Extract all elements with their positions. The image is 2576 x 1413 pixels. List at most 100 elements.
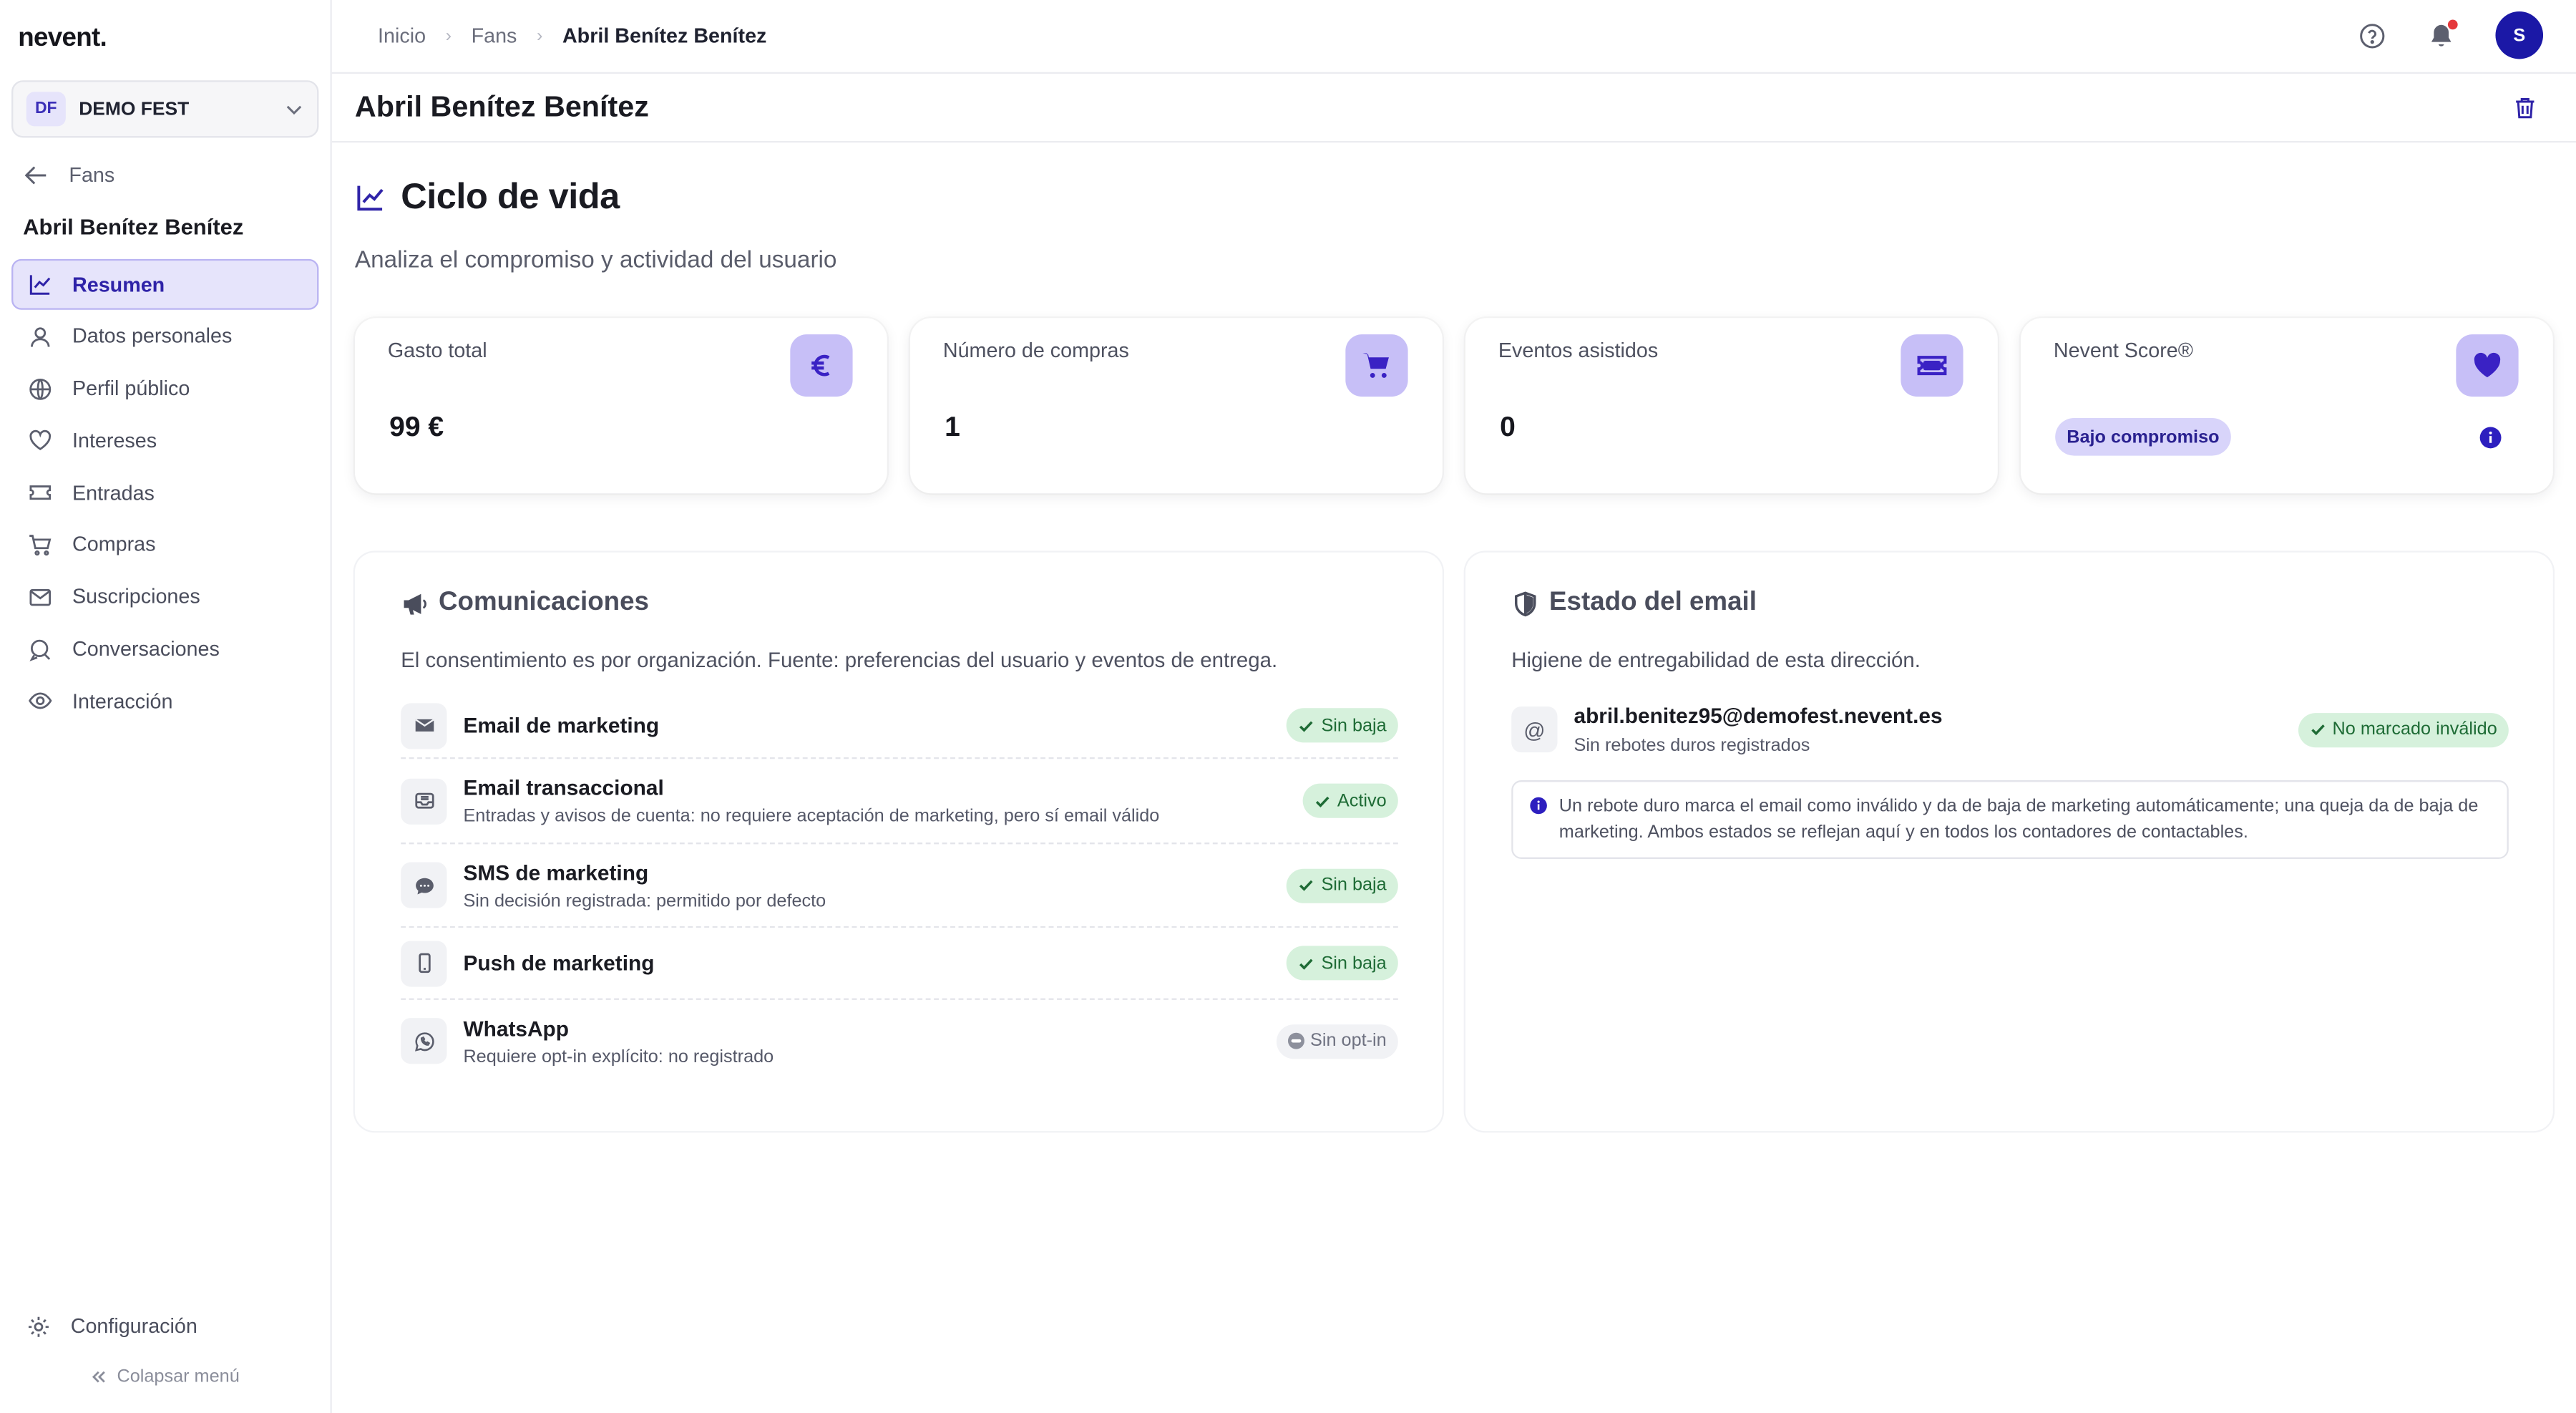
sms-icon (401, 862, 447, 908)
sidebar-item-conversaciones[interactable]: Conversaciones (11, 624, 318, 675)
email-bounce-detail: Sin rebotes duros registrados (1574, 736, 1810, 756)
sidebar-item-intereses[interactable]: Intereses (11, 415, 318, 466)
help-icon[interactable] (2358, 21, 2387, 50)
stat-label: Nevent Score® (2053, 339, 2193, 363)
channel-row-sms-marketing: SMS de marketing Sin decisión registrada… (401, 844, 1398, 928)
org-name: DEMO FEST (79, 99, 190, 120)
organization-selector[interactable]: DF DEMO FEST (11, 80, 319, 138)
email-status-title: Estado del email (1549, 588, 1757, 617)
user-icon (31, 326, 50, 347)
sidebar-item-interaccion[interactable]: Interacción (11, 676, 318, 727)
breadcrumb-separator-icon: › (536, 26, 543, 47)
channel-row-email-marketing: Email de marketing Sin baja (401, 694, 1398, 759)
stat-label: Gasto total (387, 339, 487, 363)
breadcrumb-item-fans[interactable]: Fans (472, 24, 517, 47)
communications-panel: Comunicaciones El consentimiento es por … (354, 552, 1443, 1132)
shield-icon (1514, 591, 1536, 616)
sidebar-item-label: Interacción (72, 689, 173, 713)
sidebar-item-resumen[interactable]: Resumen (11, 258, 319, 310)
ticket-icon (1901, 334, 1963, 397)
status-label: Sin baja (1321, 715, 1387, 736)
stat-value: 0 (1500, 411, 1516, 443)
sidebar-item-compras[interactable]: Compras (11, 520, 318, 570)
check-icon (2311, 724, 2325, 736)
status-label: Activo (1337, 790, 1387, 811)
info-icon[interactable] (2479, 426, 2502, 449)
sidebar-item-label: Resumen (72, 273, 165, 296)
config-label: Configuración (70, 1314, 197, 1338)
sidebar-item-label: Entradas (72, 481, 155, 505)
user-avatar[interactable]: S (2495, 11, 2544, 59)
email-validity-badge: No marcado inválido (2298, 712, 2509, 747)
sidebar: nevent. DF DEMO FEST Fans Abril Benítez … (0, 0, 332, 1413)
at-sign-icon: @ (1511, 706, 1558, 753)
stat-value: 99 € (389, 411, 444, 443)
breadcrumb-separator-icon: › (445, 26, 452, 47)
channel-row-push-marketing: Push de marketing Sin baja (401, 928, 1398, 1000)
back-to-fans-link[interactable]: Fans (24, 164, 114, 187)
check-icon (1299, 880, 1314, 891)
status-badge: Sin opt-in (1275, 1024, 1398, 1059)
email-info-note: Un rebote duro marca el email como invál… (1511, 780, 2509, 859)
notifications-button[interactable] (2426, 19, 2458, 50)
stats-row: Gasto total 99 € Número de compras 1 Eve… (354, 318, 2553, 494)
lifecycle-header: Ciclo de vida (355, 175, 2553, 218)
cart-icon (1345, 334, 1408, 397)
sidebar-item-datos-personales[interactable]: Datos personales (11, 311, 318, 362)
channel-name: Email transaccional (463, 775, 664, 800)
channel-name: Email de marketing (463, 713, 660, 738)
stat-card-numero-compras: Número de compras 1 (909, 318, 1443, 494)
chart-line-icon (29, 275, 51, 295)
channel-row-whatsapp: WhatsApp Requiere opt-in explícito: no r… (401, 1000, 1398, 1082)
euro-icon (790, 334, 853, 397)
collapse-menu-button[interactable]: Colapsar menú (11, 1359, 318, 1394)
stat-label: Eventos asistidos (1498, 339, 1659, 363)
trash-icon[interactable] (2512, 95, 2538, 122)
engagement-badge: Bajo compromiso (2055, 417, 2231, 456)
status-label: Sin opt-in (1310, 1031, 1387, 1051)
check-icon (1316, 795, 1330, 807)
sidebar-item-configuracion[interactable]: Configuración (11, 1301, 318, 1351)
email-status-subtitle: Higiene de entregabilidad de esta direcc… (1511, 647, 1921, 672)
arrow-left-icon (24, 166, 47, 185)
communications-title: Comunicaciones (439, 588, 649, 617)
email-address-row: @ abril.benitez95@demofest.nevent.es Sin… (1511, 703, 2509, 756)
sidebar-nav: Resumen Datos personales Perfil público … (11, 258, 319, 728)
collapse-label: Colapsar menú (117, 1366, 240, 1387)
communications-header: Comunicaciones (401, 588, 1396, 618)
back-link-label: Fans (69, 164, 115, 188)
heart-icon (2456, 334, 2519, 397)
eye-icon (29, 693, 52, 710)
email-address: abril.benitez95@demofest.nevent.es (1574, 703, 1943, 728)
status-badge: Sin baja (1287, 868, 1398, 903)
lifecycle-subtitle: Analiza el compromiso y actividad del us… (354, 247, 837, 274)
chat-icon (29, 638, 51, 661)
stat-value: 1 (945, 411, 960, 443)
inbox-icon (401, 777, 447, 824)
sidebar-item-label: Perfil público (72, 377, 190, 400)
channel-name: SMS de marketing (463, 860, 649, 885)
lifecycle-title: Ciclo de vida (401, 175, 620, 217)
breadcrumb-item-inicio[interactable]: Inicio (378, 24, 426, 47)
check-icon (1299, 720, 1314, 732)
main-area: Inicio › Fans › Abril Benítez Benítez S … (331, 0, 2576, 1413)
cart-icon (29, 535, 52, 556)
stat-label: Número de compras (942, 339, 1129, 363)
sidebar-item-suscripciones[interactable]: Suscripciones (11, 572, 318, 623)
app-logo[interactable]: nevent. (18, 24, 107, 54)
breadcrumb: Inicio › Fans › Abril Benítez Benítez (378, 24, 766, 47)
sidebar-item-perfil-publico[interactable]: Perfil público (11, 363, 318, 414)
sidebar-item-entradas[interactable]: Entradas (11, 467, 318, 518)
channel-desc: Sin decisión registrada: permitido por d… (463, 890, 826, 911)
email-note-text: Un rebote duro marca el email como invál… (1558, 796, 2479, 843)
status-badge: Activo (1302, 783, 1398, 818)
globe-icon (29, 378, 52, 399)
channel-name: Push de marketing (463, 951, 655, 976)
info-icon (1530, 797, 1547, 815)
page-header: Abril Benítez Benítez (331, 74, 2576, 143)
sidebar-item-label: Intereses (72, 429, 157, 452)
stat-card-nevent-score: Nevent Score® Bajo compromiso (2020, 318, 2553, 494)
chart-line-icon (357, 185, 384, 210)
whatsapp-icon (401, 1018, 447, 1064)
channel-name: WhatsApp (463, 1015, 570, 1041)
